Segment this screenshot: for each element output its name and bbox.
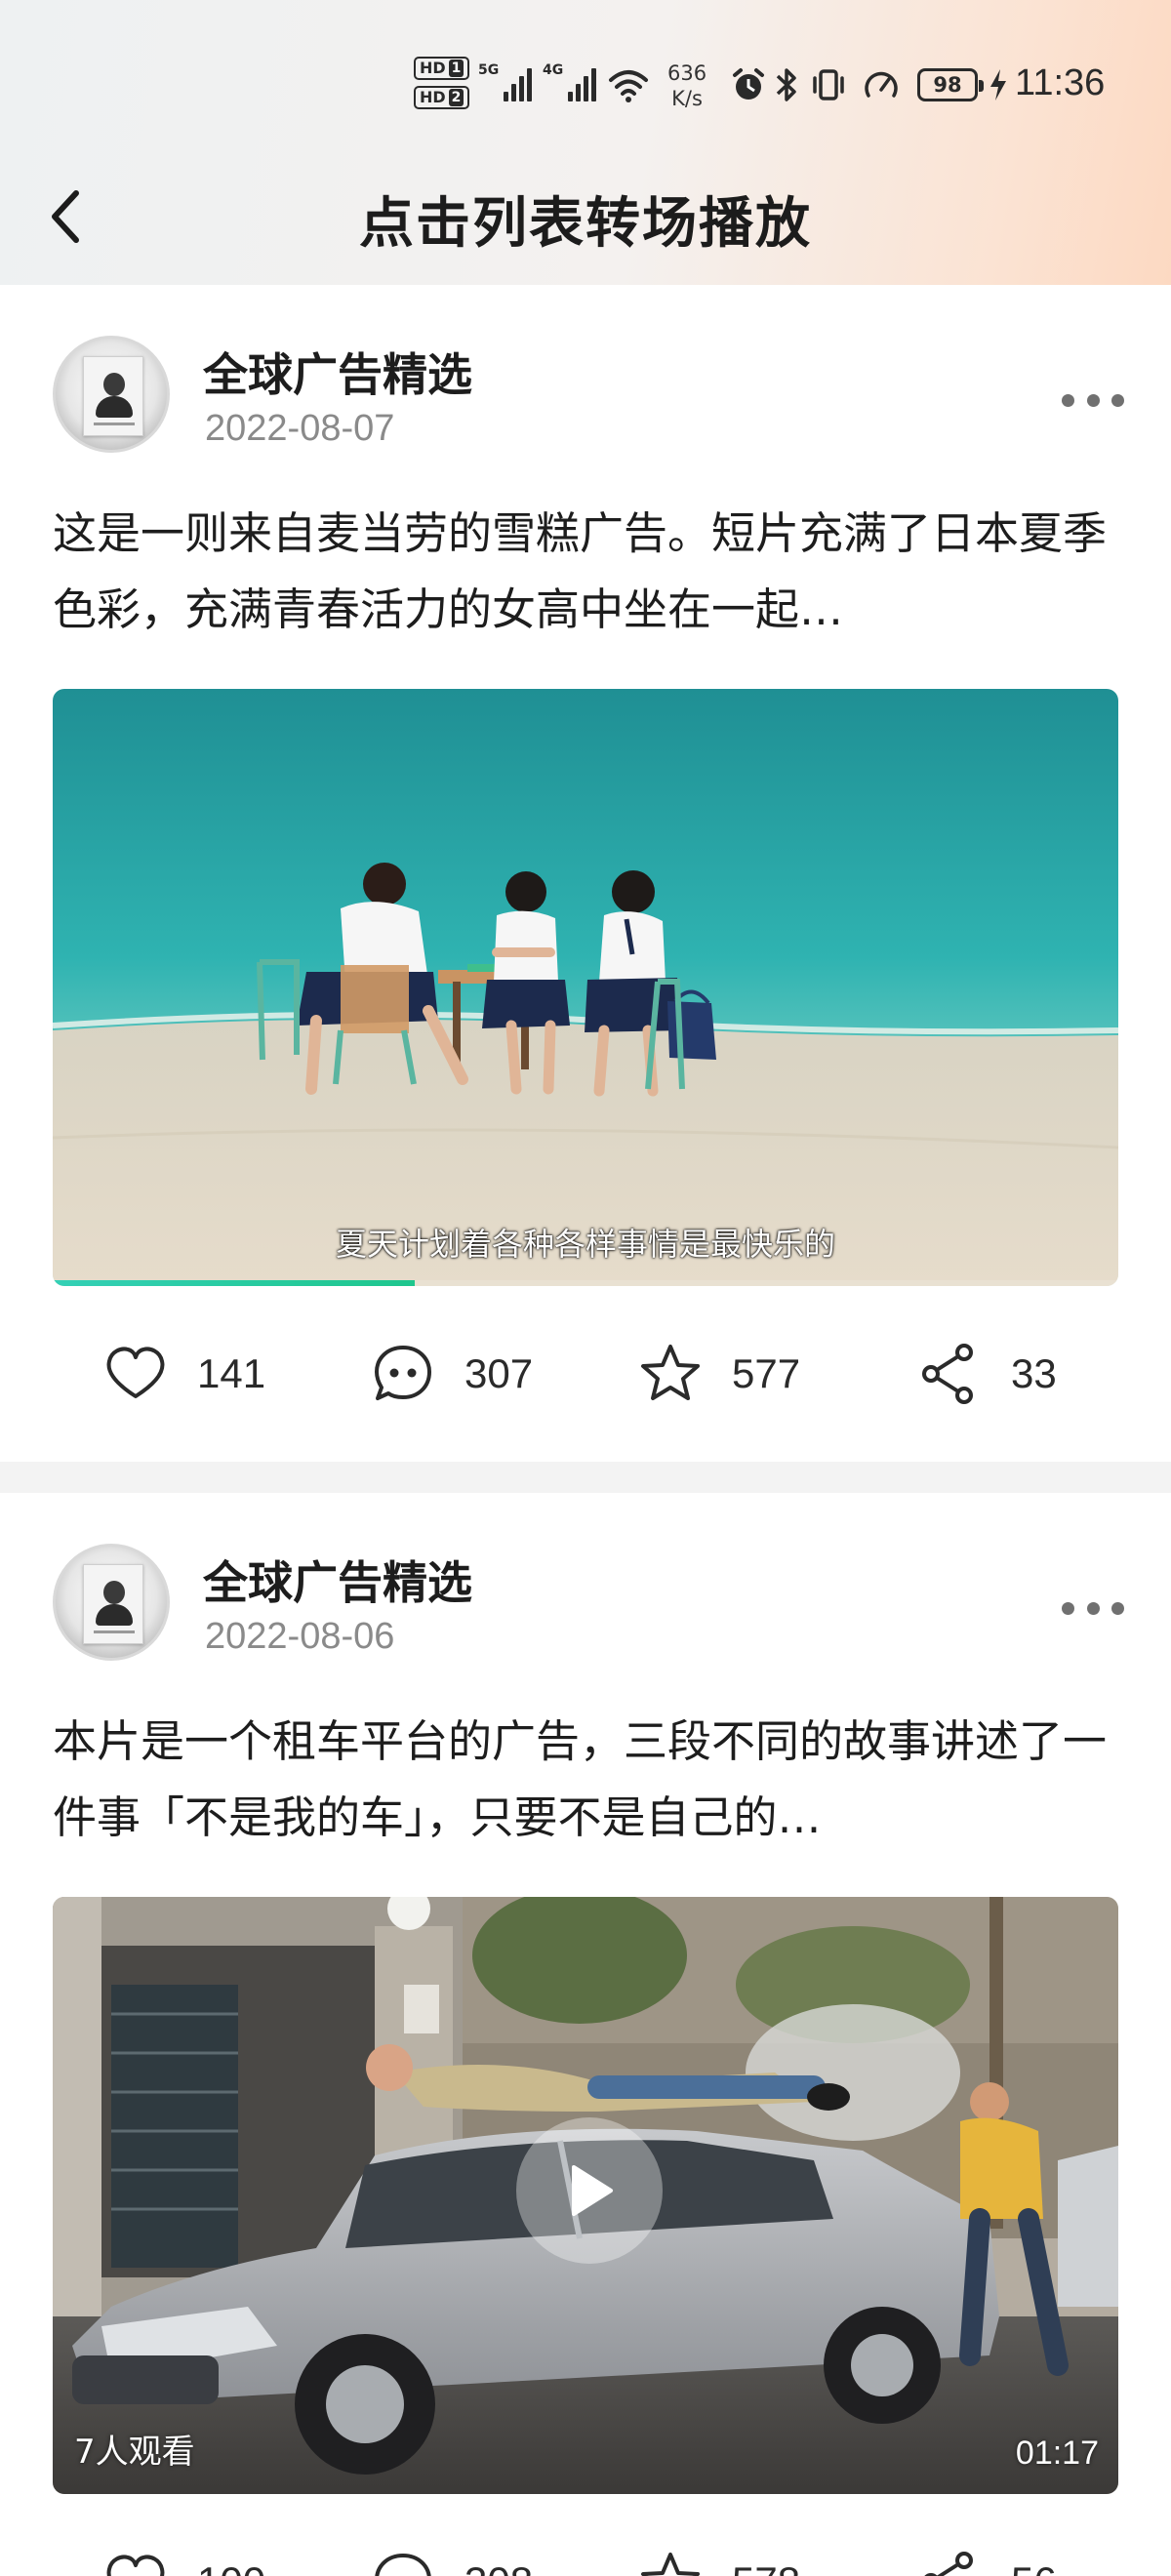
page-title: 点击列表转场播放 (359, 191, 812, 256)
signal-5g-icon: 5G (478, 62, 533, 101)
network-speed-unit: K/s (671, 87, 703, 110)
share-button[interactable]: 33 (915, 1339, 1057, 1409)
more-dot-icon (1111, 393, 1124, 407)
favorite-button[interactable]: 578 (636, 2547, 800, 2576)
status-bar: HD 1 HD 2 5G 4G 636 K/s 98 11:36 (0, 0, 1171, 176)
like-button[interactable]: 100 (101, 2547, 265, 2576)
heart-icon (106, 1347, 165, 1398)
play-icon (572, 2165, 613, 2216)
author-name[interactable]: 全球广告精选 (203, 1548, 472, 1612)
network-speed: 636 K/s (667, 60, 707, 111)
wifi-icon (609, 70, 648, 102)
comment-button[interactable]: 307 (369, 1339, 533, 1409)
chevron-left-icon (52, 190, 79, 243)
more-dot-icon (1111, 1601, 1124, 1615)
post-actions: 141 307 577 33 (0, 1286, 1171, 1462)
video-frame-beach (53, 689, 1118, 1286)
viewer-count: 7人观看 (74, 2433, 195, 2472)
star-icon (641, 1345, 700, 1400)
video-duration: 01:17 (1015, 2435, 1099, 2472)
comment-button[interactable]: 308 (369, 2547, 533, 2576)
share-icon (922, 1344, 973, 1404)
favorite-count: 577 (732, 1350, 801, 1396)
more-options-button[interactable] (1062, 382, 1124, 418)
like-count: 100 (197, 2558, 265, 2576)
hd-badge-2: HD 2 (414, 86, 470, 109)
post-header: 全球广告精选 2022-08-07 (0, 285, 1171, 463)
post-description[interactable]: 这是一则来自麦当劳的雪糕广告。短片充满了日本夏季色彩，充满青春活力的女高中坐在一… (53, 496, 1116, 648)
signal-4g-icon: 4G (543, 62, 597, 101)
network-speed-value: 636 (667, 61, 707, 85)
favorite-button[interactable]: 577 (636, 1339, 800, 1409)
post-actions: 100 308 578 (0, 2494, 1171, 2576)
share-count: 33 (1011, 1350, 1057, 1396)
video-player[interactable]: 夏天计划着各种各样事情是最快乐的 (53, 689, 1118, 1286)
back-button[interactable] (39, 178, 94, 256)
post-card: 全球广告精选 2022-08-06 本片是一个租车平台的广告，三段不同的故事讲述… (0, 1462, 1171, 2576)
post-description[interactable]: 本片是一个租车平台的广告，三段不同的故事讲述了一件事「不是我的车」，只要不是自己… (53, 1704, 1116, 1856)
author-name[interactable]: 全球广告精选 (203, 340, 472, 404)
share-button[interactable]: 56 (915, 2547, 1057, 2576)
post-header: 全球广告精选 2022-08-06 (0, 1493, 1171, 1670)
like-button[interactable]: 141 (101, 1339, 265, 1409)
share-count: 56 (1011, 2558, 1057, 2576)
signal-4g-label: 4G (543, 62, 564, 78)
speedometer-icon (865, 71, 898, 98)
avatar[interactable] (53, 336, 170, 453)
more-options-button[interactable] (1062, 1590, 1124, 1626)
comment-count: 308 (464, 2558, 533, 2576)
vibrate-icon (813, 69, 844, 101)
battery-indicator: 98 (917, 68, 984, 101)
app-header: HD 1 HD 2 5G 4G 636 K/s 98 11:36 点击列表转场播… (0, 0, 1171, 285)
play-button[interactable] (516, 2117, 663, 2264)
hd-badges: HD 1 HD 2 (414, 57, 470, 109)
comment-icon (375, 1346, 431, 1400)
navigation-bar: 点击列表转场播放 (0, 156, 1171, 281)
more-dot-icon (1062, 393, 1074, 407)
post-date: 2022-08-07 (205, 408, 395, 449)
more-dot-icon (1086, 393, 1100, 407)
comment-count: 307 (464, 1350, 534, 1396)
status-time: 11:36 (1015, 62, 1106, 103)
bluetooth-icon (776, 68, 796, 101)
post-date: 2022-08-06 (205, 1616, 395, 1657)
video-subtitle: 夏天计划着各种各样事情是最快乐的 (335, 1226, 835, 1263)
comment-icon (375, 2554, 431, 2576)
star-icon (641, 2553, 700, 2576)
alarm-icon (733, 68, 764, 100)
avatar[interactable] (53, 1544, 170, 1661)
heart-icon (106, 2555, 165, 2576)
video-feed: 全球广告精选 2022-08-07 这是一则来自麦当劳的雪糕广告。短片充满了日本… (0, 285, 1171, 2576)
signal-5g-label: 5G (478, 62, 500, 78)
charging-icon (990, 69, 1006, 101)
share-icon (924, 2552, 973, 2576)
hd-badge-1: HD 1 (414, 57, 470, 80)
more-dot-icon (1086, 1601, 1100, 1615)
avatar-image (83, 1564, 143, 1644)
video-thumbnail[interactable]: 7人观看 01:17 (53, 1897, 1118, 2494)
post-card: 全球广告精选 2022-08-07 这是一则来自麦当劳的雪糕广告。短片充满了日本… (0, 285, 1171, 1462)
avatar-image (83, 356, 143, 436)
favorite-count: 578 (732, 2558, 800, 2576)
like-count: 141 (197, 1350, 266, 1396)
more-dot-icon (1062, 1601, 1074, 1615)
